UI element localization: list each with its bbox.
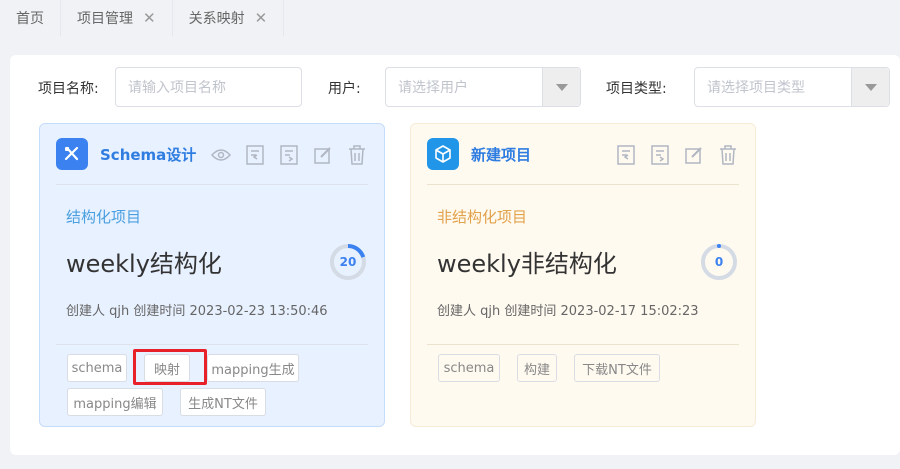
tag-schema[interactable]: schema <box>438 354 500 382</box>
trash-icon[interactable] <box>346 144 368 166</box>
tag-mapping-edit[interactable]: mapping编辑 <box>67 388 163 416</box>
project-name-input[interactable]: 请输入项目名称 <box>115 67 302 107</box>
filter-bar: 项目名称: 请输入项目名称 用户: 请选择用户 项目类型: 请选择项目类型 <box>10 67 900 107</box>
eye-icon[interactable] <box>210 144 232 166</box>
progress-label: 0 <box>715 255 723 269</box>
tab-project-management-label: 项目管理 <box>77 11 133 27</box>
progress-ring: 20 <box>330 244 366 280</box>
project-type-label: 项目类型: <box>606 81 667 97</box>
card-title: Schema设计 <box>100 145 197 164</box>
user-select[interactable]: 请选择用户 <box>385 67 581 107</box>
tab-relation-mapping-label: 关系映射 <box>188 11 245 27</box>
chevron-down-icon[interactable] <box>542 68 580 106</box>
progress-ring: 0 <box>701 244 737 280</box>
project-type-placeholder: 请选择项目类型 <box>707 80 805 96</box>
card-actions <box>615 144 739 166</box>
divider <box>56 344 368 345</box>
creator-info: 创建人 qjh 创建时间 2023-02-17 15:02:23 <box>437 304 699 319</box>
edit-icon[interactable] <box>683 144 705 166</box>
tab-project-management[interactable]: 项目管理 ✕ <box>61 0 173 36</box>
import-icon[interactable] <box>244 144 266 166</box>
schema-tool-icon <box>56 138 88 170</box>
import-icon[interactable] <box>615 144 637 166</box>
main-panel: 项目名称: 请输入项目名称 用户: 请选择用户 项目类型: 请选择项目类型 Sc… <box>10 55 900 455</box>
project-type-select[interactable]: 请选择项目类型 <box>694 67 890 107</box>
card-header: Schema设计 <box>56 138 368 170</box>
tab-home[interactable]: 首页 <box>0 0 61 36</box>
project-type: 结构化项目 <box>66 208 142 226</box>
tag-generate-nt[interactable]: 生成NT文件 <box>180 388 266 416</box>
tag-mapping-generate[interactable]: mapping生成 <box>207 354 299 382</box>
progress-label: 20 <box>340 255 357 269</box>
trash-icon[interactable] <box>717 144 739 166</box>
export-icon[interactable] <box>278 144 300 166</box>
creator-info: 创建人 qjh 创建时间 2023-02-23 13:50:46 <box>66 304 328 319</box>
tab-bar: 首页 项目管理 ✕ 关系映射 ✕ <box>0 0 900 36</box>
project-name-label: 项目名称: <box>38 81 99 97</box>
tab-home-label: 首页 <box>16 11 44 27</box>
project-card: 新建项目 非结构化项目 weekly非结构化 0 创建人 qjh 创建时间 20… <box>410 123 756 427</box>
card-title: 新建项目 <box>471 145 532 164</box>
edit-icon[interactable] <box>312 144 334 166</box>
project-name: weekly结构化 <box>66 250 222 278</box>
tab-relation-mapping[interactable]: 关系映射 ✕ <box>173 0 285 36</box>
divider <box>427 184 739 185</box>
project-type: 非结构化项目 <box>437 208 528 226</box>
divider <box>427 344 739 345</box>
close-icon[interactable]: ✕ <box>255 9 268 27</box>
user-label: 用户: <box>328 81 361 97</box>
close-icon[interactable]: ✕ <box>143 9 156 27</box>
tag-download-nt[interactable]: 下载NT文件 <box>574 354 660 382</box>
tag-build[interactable]: 构建 <box>517 354 557 382</box>
highlight-box <box>133 349 207 385</box>
export-icon[interactable] <box>649 144 671 166</box>
divider <box>56 184 368 185</box>
tag-schema[interactable]: schema <box>67 354 127 382</box>
project-name-placeholder: 请输入项目名称 <box>128 80 226 96</box>
card-actions <box>210 144 368 166</box>
user-select-placeholder: 请选择用户 <box>398 80 468 96</box>
cube-icon <box>427 138 459 170</box>
card-header: 新建项目 <box>427 138 739 170</box>
project-card: Schema设计 结构化项目 weekly结构化 20 创建人 qjh 创建时间… <box>39 123 385 427</box>
project-name: weekly非结构化 <box>437 250 617 278</box>
chevron-down-icon[interactable] <box>851 68 889 106</box>
